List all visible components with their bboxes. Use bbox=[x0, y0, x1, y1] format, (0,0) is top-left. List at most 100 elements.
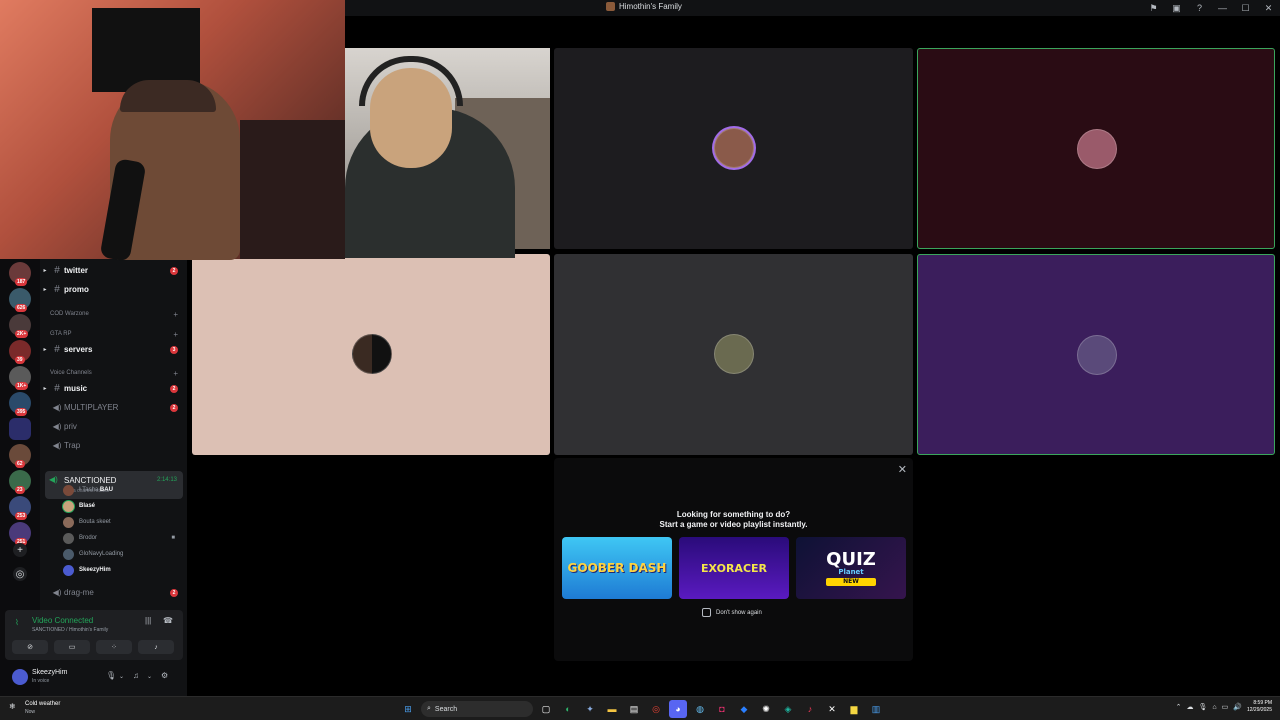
voice-member[interactable]: SkeezyHim bbox=[63, 562, 183, 578]
user-status: In voice bbox=[32, 678, 50, 684]
app-icon[interactable]: ▥ bbox=[867, 700, 885, 718]
channel-promo[interactable]: ▸ # promo bbox=[40, 281, 187, 298]
flag-icon[interactable]: ⚑ bbox=[1142, 3, 1165, 14]
voice-member[interactable]: GloNavyLoading bbox=[63, 546, 183, 562]
microphone-icon[interactable]: 🎙 bbox=[106, 671, 116, 680]
video-tile[interactable] bbox=[917, 48, 1275, 249]
server-icon[interactable]: 2K+ bbox=[9, 314, 31, 338]
video-tile[interactable] bbox=[917, 254, 1275, 455]
close-icon[interactable]: ✕ bbox=[898, 463, 907, 476]
clock[interactable]: 8:59 PM 12/29/2025 bbox=[1247, 700, 1272, 714]
category-cod-warzone[interactable]: COD Warzone + bbox=[50, 307, 180, 321]
activities-button[interactable]: ⁘ bbox=[96, 640, 132, 654]
activity-card-exoracer[interactable]: EXORACER bbox=[679, 537, 789, 599]
avatar[interactable] bbox=[12, 669, 28, 685]
category-voice-channels[interactable]: Voice Channels + bbox=[50, 366, 180, 380]
add-channel-icon[interactable]: + bbox=[173, 369, 178, 378]
activity-card-goober-dash[interactable]: GOOBER DASH bbox=[562, 537, 672, 599]
channel-music[interactable]: ▸ # music 2 bbox=[40, 380, 187, 397]
display-icon[interactable]: ▭ bbox=[1222, 703, 1229, 711]
participant-avatar bbox=[352, 334, 392, 374]
steam-icon[interactable]: ◍ bbox=[691, 700, 709, 718]
camera-feed[interactable] bbox=[0, 0, 345, 262]
signal-icon[interactable]: ⌇ bbox=[15, 618, 19, 627]
headphones-icon[interactable]: ♫ bbox=[133, 671, 139, 680]
voice-status-subtitle[interactable]: SANCTIONED / Himothin's Family bbox=[32, 627, 108, 633]
activity-card-quiz-planet[interactable]: QUIZ Planet NEW bbox=[796, 537, 906, 599]
x-icon[interactable]: ✕ bbox=[823, 700, 841, 718]
category-gta-rp[interactable]: GTA RP + bbox=[50, 327, 180, 341]
video-tile[interactable] bbox=[192, 254, 550, 455]
server-icon[interactable]: 253 bbox=[9, 496, 31, 520]
server-icon[interactable]: 626 bbox=[9, 288, 31, 312]
channel-badge: 2 bbox=[170, 588, 178, 597]
minimize-icon[interactable]: — bbox=[1211, 3, 1234, 13]
server-icon[interactable]: 39 bbox=[9, 340, 31, 364]
cloud-icon[interactable]: ☁ bbox=[1187, 703, 1194, 711]
sticky-notes-icon[interactable]: ▆ bbox=[845, 700, 863, 718]
server-icon[interactable]: 187 bbox=[9, 262, 31, 286]
title-bar-icons: ⚑ ▣ ? — ☐ ✕ bbox=[1142, 0, 1280, 16]
member-name: GloNavyLoading bbox=[79, 551, 124, 557]
server-icon[interactable]: 62 bbox=[9, 444, 31, 468]
server-icon[interactable]: 395 bbox=[9, 392, 31, 416]
dont-show-again-checkbox[interactable]: Don't show again bbox=[702, 608, 762, 617]
task-view-icon[interactable]: ▢ bbox=[537, 700, 555, 718]
channel-badge: 2 bbox=[170, 384, 178, 393]
app-icon[interactable]: ◈ bbox=[779, 700, 797, 718]
store-icon[interactable]: ▤ bbox=[625, 700, 643, 718]
settings-gear-icon[interactable]: ⚙ bbox=[161, 671, 168, 680]
video-tile[interactable] bbox=[554, 48, 913, 249]
server-icon[interactable]: 1K+ bbox=[9, 366, 31, 390]
inbox-icon[interactable]: ▣ bbox=[1165, 3, 1188, 14]
start-icon[interactable]: ⊞ bbox=[399, 700, 417, 718]
chevron-up-icon[interactable]: ⌃ bbox=[1176, 703, 1182, 711]
voice-channel-multiplayer[interactable]: ◀) MULTIPLAYER 2 bbox=[40, 399, 187, 416]
voice-channel-drag-me[interactable]: ◀) drag-me 2 bbox=[40, 584, 187, 601]
taskbar-search[interactable]: ⌕ Search bbox=[421, 701, 533, 717]
add-server-icon[interactable]: + bbox=[13, 543, 27, 557]
camera-off-button[interactable]: ⊘ bbox=[12, 640, 48, 654]
instagram-icon[interactable]: ◘ bbox=[713, 700, 731, 718]
voice-member[interactable]: Brodor ■ bbox=[63, 530, 183, 546]
chevron-down-icon[interactable]: ⌄ bbox=[119, 673, 124, 680]
voice-member[interactable]: I Tasha BAU bbox=[63, 482, 183, 498]
chatgpt-icon[interactable]: ✺ bbox=[757, 700, 775, 718]
network-icon[interactable]: ⌂ bbox=[1212, 704, 1216, 711]
screen-share-button[interactable]: ▭ bbox=[54, 640, 90, 654]
close-icon[interactable]: ✕ bbox=[1257, 3, 1280, 14]
unread-arrow-icon: ▸ bbox=[43, 347, 47, 353]
disconnect-icon[interactable]: ☎ bbox=[163, 616, 173, 625]
channel-servers[interactable]: ▸ # servers 3 bbox=[40, 341, 187, 358]
chevron-down-icon[interactable]: ⌄ bbox=[147, 673, 152, 680]
maximize-icon[interactable]: ☐ bbox=[1234, 3, 1257, 14]
file-explorer-icon[interactable]: ▬ bbox=[603, 700, 621, 718]
add-channel-icon[interactable]: + bbox=[173, 330, 178, 339]
add-channel-icon[interactable]: + bbox=[173, 310, 178, 319]
voice-member[interactable]: Bouta skeet bbox=[63, 514, 183, 530]
edge-icon[interactable]: ◐ bbox=[559, 700, 577, 718]
discover-icon[interactable]: ◎ bbox=[13, 567, 27, 581]
discord-icon[interactable]: ◕ bbox=[669, 700, 687, 718]
volume-icon[interactable]: 🔊 bbox=[1233, 703, 1242, 711]
app-icon[interactable]: ◆ bbox=[735, 700, 753, 718]
chrome-icon[interactable]: ◎ bbox=[647, 700, 665, 718]
folder-icon[interactable] bbox=[9, 418, 31, 440]
server-icon[interactable]: 23 bbox=[9, 470, 31, 494]
voice-channel-trap[interactable]: ◀) Trap bbox=[40, 437, 187, 454]
discord-screen: Himothin's Family ⚑ ▣ ? — ☐ ✕ 187 626 2K… bbox=[0, 0, 1280, 720]
camera-feed[interactable] bbox=[345, 48, 550, 258]
noise-suppression-icon[interactable]: ||| bbox=[145, 616, 151, 625]
soundboard-button[interactable]: ♪ bbox=[138, 640, 174, 654]
unread-arrow-icon: ▸ bbox=[43, 268, 47, 274]
microphone-icon[interactable]: 🎙 bbox=[1199, 703, 1208, 711]
video-tile[interactable] bbox=[554, 254, 913, 455]
tiktok-icon[interactable]: ♪ bbox=[801, 700, 819, 718]
server-icon[interactable]: 251 bbox=[9, 522, 31, 546]
voice-channel-priv[interactable]: ◀) priv bbox=[40, 418, 187, 435]
help-icon[interactable]: ? bbox=[1188, 3, 1211, 13]
voice-member[interactable]: Blasé bbox=[63, 498, 183, 514]
channel-twitter[interactable]: ▸ # twitter 2 bbox=[40, 262, 187, 279]
checkbox-icon[interactable] bbox=[702, 608, 711, 617]
copilot-icon[interactable]: ✦ bbox=[581, 700, 599, 718]
